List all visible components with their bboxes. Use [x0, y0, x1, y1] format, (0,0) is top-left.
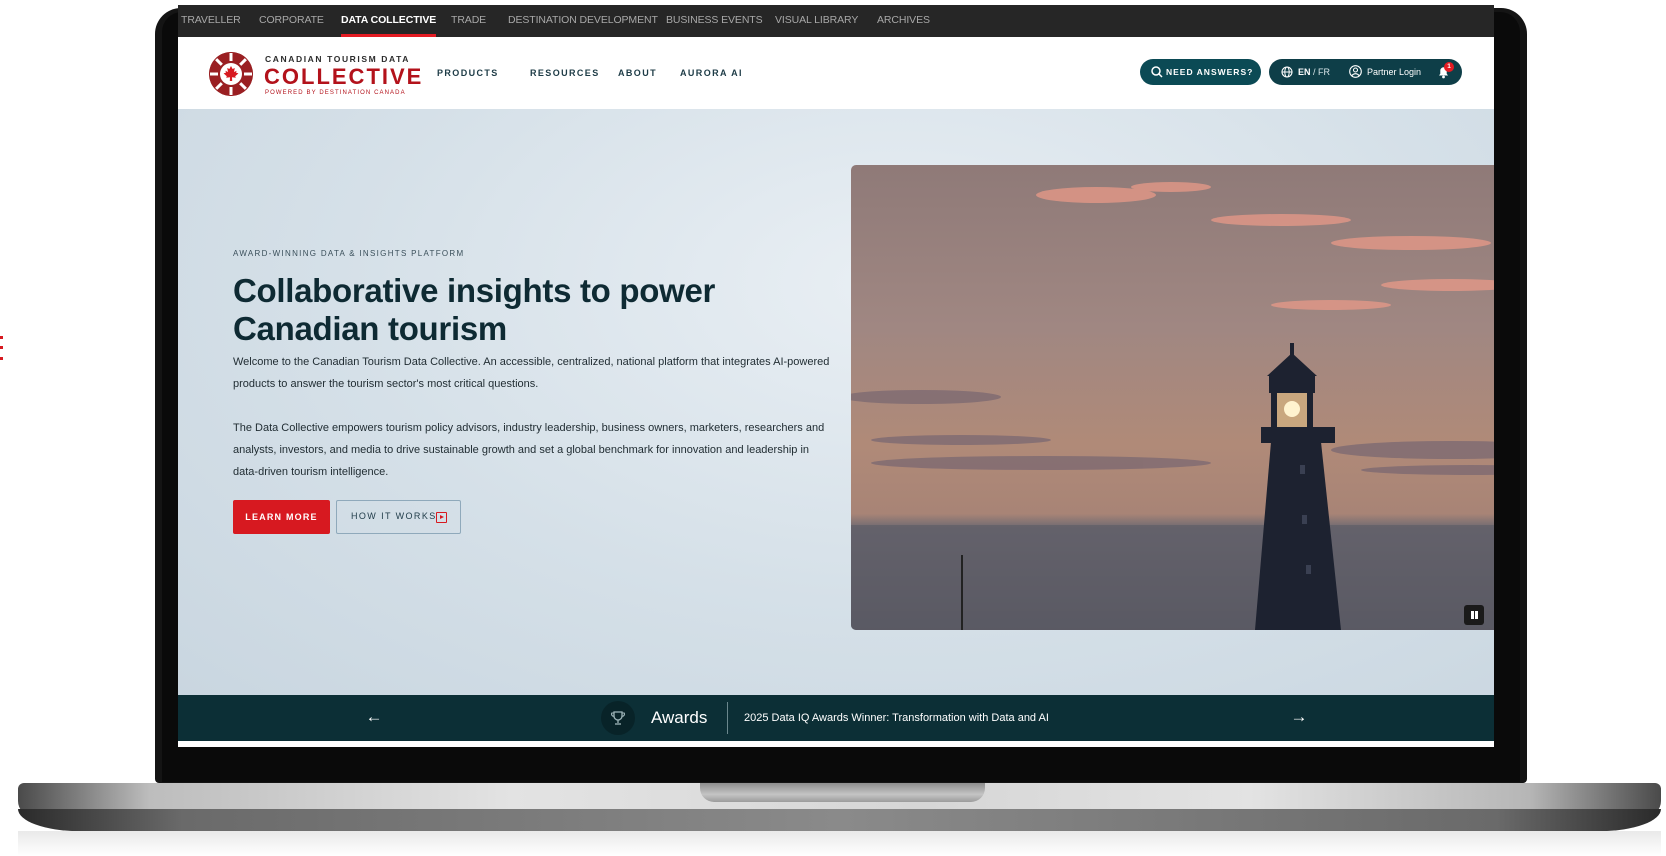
account-pill: EN / FR Partner Login 1	[1269, 59, 1462, 85]
hero-paragraph-1: Welcome to the Canadian Tourism Data Col…	[233, 356, 830, 390]
top-nav-archives[interactable]: ARCHIVES	[877, 5, 930, 37]
hero-eyebrow: AWARD-WINNING DATA & INSIGHTS PLATFORM	[233, 249, 465, 258]
announcement-ticker: ← Awards 2025 Data IQ Awards Winner: Tra…	[178, 695, 1494, 741]
nav-products[interactable]: PRODUCTS	[437, 37, 499, 109]
need-answers-label: NEED ANSWERS?	[1166, 67, 1254, 77]
site-header: CANADIAN TOURISM DATA COLLECTIVE POWERED…	[178, 37, 1494, 109]
maple-leaf-logo-icon[interactable]	[209, 52, 253, 96]
language-switcher[interactable]: EN / FR	[1298, 59, 1330, 85]
partner-login-link[interactable]: Partner Login	[1367, 59, 1421, 85]
hero-headline: Collaborative insights to power Canadian…	[233, 272, 716, 347]
top-nav-traveller[interactable]: TRAVELLER	[181, 5, 241, 37]
top-nav-destination-development[interactable]: DESTINATION DEVELOPMENT	[508, 5, 658, 37]
logo-line-2[interactable]: COLLECTIVE	[264, 64, 423, 90]
nav-aurora-ai[interactable]: AURORA AI	[680, 37, 743, 109]
screen-bottom-strip	[178, 741, 1494, 747]
nav-about[interactable]: ABOUT	[618, 37, 657, 109]
laptop-hinge-notch	[700, 783, 985, 802]
logo-line-1: CANADIAN TOURISM DATA	[265, 54, 411, 64]
ticker-divider	[727, 702, 728, 734]
arrow-left-icon[interactable]: ←	[359, 695, 389, 741]
user-icon	[1349, 65, 1362, 78]
hero-lighthouse-image	[851, 165, 1494, 630]
arrow-right-icon[interactable]: →	[1284, 695, 1314, 741]
edge-fragment	[0, 336, 3, 376]
nav-resources[interactable]: RESOURCES	[530, 37, 600, 109]
notification-badge: 1	[1444, 62, 1454, 72]
top-nav-corporate[interactable]: CORPORATE	[259, 5, 324, 37]
top-nav-trade[interactable]: TRADE	[451, 5, 486, 37]
top-nav-data-collective[interactable]: DATA COLLECTIVE	[341, 5, 437, 37]
how-it-works-label: HOW IT WORKS	[351, 511, 437, 521]
laptop-mockup: TRAVELLER CORPORATE DATA COLLECTIVE TRAD…	[0, 0, 1666, 856]
search-icon	[1151, 66, 1163, 78]
top-nav-visual-library[interactable]: VISUAL LIBRARY	[775, 5, 858, 37]
ticker-headline[interactable]: 2025 Data IQ Awards Winner: Transformati…	[744, 695, 1049, 741]
logo-line-3: POWERED BY DESTINATION CANADA	[265, 90, 406, 96]
globe-icon	[1281, 66, 1293, 78]
learn-more-button[interactable]: LEARN MORE	[233, 500, 330, 534]
lang-fr[interactable]: FR	[1318, 67, 1330, 77]
hero-section: AWARD-WINNING DATA & INSIGHTS PLATFORM C…	[178, 109, 1494, 695]
play-icon	[436, 512, 447, 523]
pause-button[interactable]	[1464, 605, 1484, 625]
top-nav-business-events[interactable]: BUSINESS EVENTS	[666, 5, 763, 37]
hero-paragraph-2: The Data Collective empowers tourism pol…	[233, 422, 825, 478]
ticker-category: Awards	[651, 708, 708, 727]
trophy-icon	[601, 701, 635, 735]
how-it-works-button[interactable]: HOW IT WORKS	[336, 500, 461, 534]
browser-screen: TRAVELLER CORPORATE DATA COLLECTIVE TRAD…	[178, 5, 1494, 747]
need-answers-button[interactable]: NEED ANSWERS?	[1140, 59, 1261, 85]
top-navigation-bar: TRAVELLER CORPORATE DATA COLLECTIVE TRAD…	[178, 5, 1494, 37]
lang-separator: /	[1310, 67, 1319, 77]
laptop-shadow	[18, 831, 1661, 856]
lang-en[interactable]: EN	[1298, 67, 1311, 77]
